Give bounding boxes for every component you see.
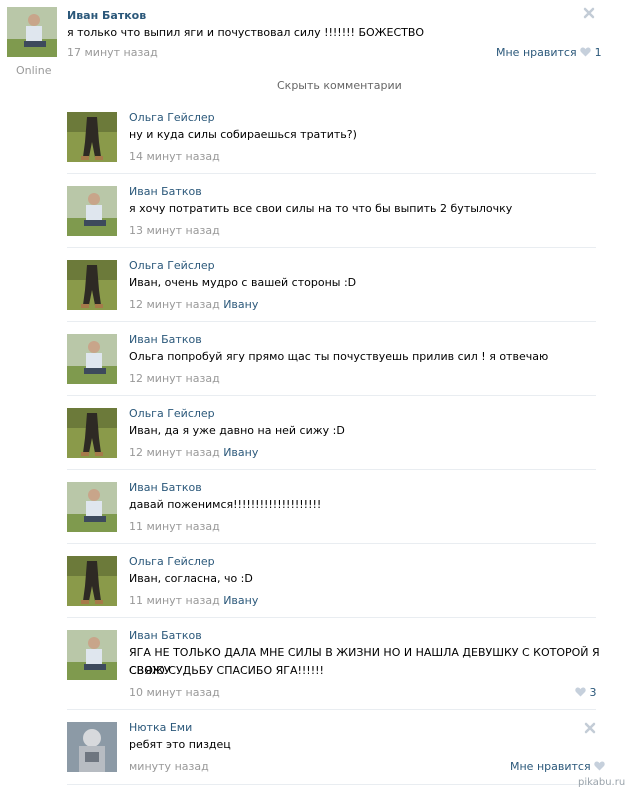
comment-time[interactable]: 11 минут назад xyxy=(129,520,220,533)
reply-to-link[interactable]: Ивану xyxy=(223,594,258,607)
comment-author[interactable]: Иван Батков xyxy=(129,481,202,494)
divider xyxy=(67,617,596,618)
comment-text: ну и куда силы собираешься тратить?) xyxy=(129,128,357,141)
like-count: 3 xyxy=(589,686,597,699)
divider xyxy=(67,784,596,785)
comment-text: Иван, да я уже давно на ней сижу :D xyxy=(129,424,345,437)
like-label: Мне нравится xyxy=(510,760,591,773)
post-author-name[interactable]: Иван Батков xyxy=(67,9,146,22)
comment-author[interactable]: Иван Батков xyxy=(129,333,202,346)
comment-text: Иван, очень мудро с вашей стороны :D xyxy=(129,276,357,289)
divider xyxy=(67,709,596,710)
divider xyxy=(67,395,596,396)
post-like-button[interactable]: Мне нравится 1 xyxy=(496,46,602,59)
post-author-avatar[interactable] xyxy=(7,7,57,57)
reply-to-link[interactable]: Ивану xyxy=(223,446,258,459)
divider xyxy=(67,321,596,322)
comment-author[interactable]: Ольга Гейслер xyxy=(129,407,215,420)
comment-like-button[interactable]: Мне нравится xyxy=(510,760,605,773)
comment-text: Ольга попробуй ягу прямо щас ты почуству… xyxy=(129,350,549,363)
post-time[interactable]: 17 минут назад xyxy=(67,46,158,59)
comment-time[interactable]: 14 минут назад xyxy=(129,150,220,163)
comment-text-line2: СВОЮ СУДЬБУ СПАСИБО ЯГА!!!!!! xyxy=(129,664,324,677)
comment-meta: 11 минут назад Ивану xyxy=(129,594,258,607)
close-icon[interactable] xyxy=(584,722,596,734)
comment-meta: 12 минут назад Ивану xyxy=(129,446,258,459)
comment-author[interactable]: Ольга Гейслер xyxy=(129,555,215,568)
comment-avatar[interactable] xyxy=(67,112,117,162)
hide-comments-link[interactable]: Скрыть комментарии xyxy=(277,79,402,92)
like-label: Мне нравится xyxy=(496,46,577,59)
comment-like-button[interactable]: 3 xyxy=(575,686,597,699)
heart-icon xyxy=(594,761,605,771)
comment-author[interactable]: Нютка Еми xyxy=(129,721,192,734)
heart-icon xyxy=(575,687,586,697)
comment-text: давай поженимся!!!!!!!!!!!!!!!!!!!! xyxy=(129,498,322,511)
watermark: pikabu.ru xyxy=(578,777,626,788)
comment-avatar[interactable] xyxy=(67,408,117,458)
divider xyxy=(67,173,596,174)
close-icon[interactable] xyxy=(583,7,595,19)
comment-avatar[interactable] xyxy=(67,334,117,384)
heart-icon xyxy=(580,47,591,57)
comment-avatar[interactable] xyxy=(67,482,117,532)
divider xyxy=(67,543,596,544)
comment-avatar[interactable] xyxy=(67,186,117,236)
comment-text: я хочу потратить все свои силы на то что… xyxy=(129,202,513,215)
comment-author[interactable]: Иван Батков xyxy=(129,185,202,198)
comment-meta: 12 минут назад Ивану xyxy=(129,298,258,311)
divider xyxy=(67,469,596,470)
comment-time[interactable]: 12 минут назад xyxy=(129,372,220,385)
comment-time[interactable]: 11 минут назад xyxy=(129,594,220,607)
comment-author[interactable]: Ольга Гейслер xyxy=(129,259,215,272)
comment-time[interactable]: 12 минут назад xyxy=(129,298,220,311)
online-status: Online xyxy=(16,64,52,77)
comment-text: ребят это пиздец xyxy=(129,738,231,751)
comment-avatar[interactable] xyxy=(67,260,117,310)
post-text: я только что выпил яги и почуствовал сил… xyxy=(67,26,425,39)
divider xyxy=(67,247,596,248)
comment-avatar[interactable] xyxy=(67,556,117,606)
comment-avatar[interactable] xyxy=(67,630,117,680)
comment-text: Иван, согласна, чо :D xyxy=(129,572,253,585)
comment-time[interactable]: минуту назад xyxy=(129,760,209,773)
comment-time[interactable]: 13 минут назад xyxy=(129,224,220,237)
like-count: 1 xyxy=(594,46,602,59)
comment-author[interactable]: Иван Батков xyxy=(129,629,202,642)
comment-time[interactable]: 12 минут назад xyxy=(129,446,220,459)
comment-time[interactable]: 10 минут назад xyxy=(129,686,220,699)
reply-to-link[interactable]: Ивану xyxy=(223,298,258,311)
comment-author[interactable]: Ольга Гейслер xyxy=(129,111,215,124)
comment-avatar[interactable] xyxy=(67,722,117,772)
